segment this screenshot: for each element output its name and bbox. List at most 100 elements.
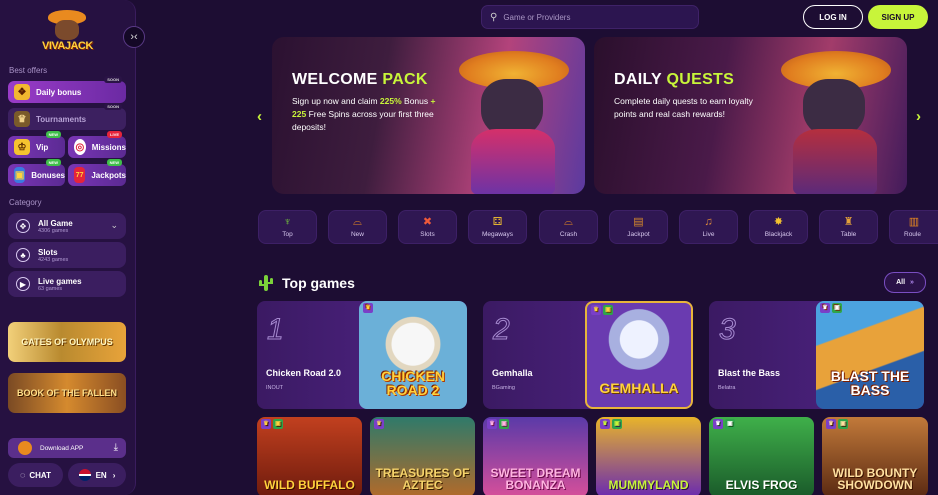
- gift-badge-icon: ▣: [499, 419, 509, 429]
- chevron-down-icon[interactable]: ⌄: [110, 220, 118, 231]
- banner-daily-quests[interactable]: DAILY QUESTS Complete daily quests to ea…: [594, 37, 907, 194]
- banner-title: DAILY QUESTS: [614, 71, 735, 88]
- game-tile-title: WILD BOUNTY SHOWDOWN: [832, 466, 918, 492]
- category-tile-label: Slots: [420, 231, 435, 238]
- offer-daily-bonus[interactable]: ❖ Daily bonus SOON: [8, 76, 126, 103]
- slots-icon: ♣: [16, 248, 30, 262]
- thumbnail-title: CHICKEN ROAD 2: [381, 368, 445, 398]
- category-live-games[interactable]: ▶ Live games 63 games: [8, 271, 126, 297]
- category-tile-label: Roule: [904, 231, 921, 238]
- login-button[interactable]: LOG IN: [803, 5, 863, 29]
- category-tile-table[interactable]: ♜ Table: [819, 210, 878, 244]
- ranked-game-card[interactable]: 2 Gemhalla BGaming ♛ ▣ GEMHALLA: [483, 301, 693, 409]
- category-tile-roulette[interactable]: ▥ Roule: [889, 210, 938, 244]
- offer-label: Tournaments: [36, 114, 87, 124]
- game-provider: INOUT: [266, 385, 284, 391]
- game-tile[interactable]: ♛ ▣ WILD BOUNTY SHOWDOWN: [822, 417, 928, 495]
- chat-button[interactable]: ◌ CHAT: [8, 463, 63, 487]
- download-app-button[interactable]: Download APP ⤓: [8, 438, 126, 458]
- banner-next-arrow[interactable]: ›: [916, 108, 921, 125]
- category-all-games[interactable]: ✥ All Game 4306 games ⌄: [8, 213, 126, 239]
- signup-button[interactable]: SIGN UP: [868, 5, 928, 29]
- category-tile-megaways[interactable]: ⚃ Megaways: [468, 210, 527, 244]
- promo-book-of-the-fallen[interactable]: BOOK OF THE FALLEN: [8, 373, 126, 413]
- top-games-title: Top games: [282, 275, 355, 291]
- game-badges: ♛: [363, 303, 373, 313]
- category-tile-top[interactable]: ♆ Top: [258, 210, 317, 244]
- offer-jackpots[interactable]: 77 Jackpots NEW: [68, 159, 126, 186]
- banner-prev-arrow[interactable]: ‹: [257, 108, 262, 125]
- crown-badge-icon: ♛: [600, 419, 610, 429]
- promo-gates-of-olympus[interactable]: GATES OF OLYMPUS: [8, 322, 126, 362]
- game-badges: ♛ ▣: [487, 419, 509, 429]
- collapse-arrows-icon: ›‹: [130, 31, 138, 43]
- category-tile-label: New: [350, 231, 364, 238]
- category-count: 4306 games: [38, 227, 69, 234]
- rank-number: 3: [719, 313, 737, 347]
- game-thumbnail[interactable]: ♛ CHICKEN ROAD 2: [359, 301, 467, 409]
- game-tile-title: MUMMYLAND: [608, 478, 689, 492]
- sidebar-collapse-button[interactable]: ›‹: [123, 26, 145, 48]
- category-tile-live[interactable]: ♫ Live: [679, 210, 738, 244]
- crown-badge-icon: ♛: [374, 419, 384, 429]
- gift-badge-icon: ▣: [725, 419, 735, 429]
- crown-badge-icon: ♛: [487, 419, 497, 429]
- game-tile[interactable]: ♛ ▣ WILD BUFFALO: [257, 417, 362, 495]
- rank-number: 2: [493, 313, 511, 347]
- crown-badge-icon: ♛: [363, 303, 373, 313]
- treasure-chest-icon: ▤: [633, 216, 644, 228]
- gift-badge-icon: ▣: [612, 419, 622, 429]
- crown-badge-icon: ♛: [713, 419, 723, 429]
- view-all-button[interactable]: All »: [884, 272, 926, 293]
- category-slots[interactable]: ♣ Slots 4243 games: [8, 242, 126, 268]
- gift-badge-icon: ▣: [838, 419, 848, 429]
- offer-bonuses[interactable]: ▣ Bonuses NEW: [8, 159, 65, 186]
- offer-vip[interactable]: ♔ Vip NEW: [8, 131, 65, 158]
- offer-missions[interactable]: ◎ Missions LIVE: [68, 131, 126, 158]
- logo-text: VIVAJACK: [42, 40, 93, 52]
- uk-flag-icon: [78, 469, 91, 481]
- category-tile-label: Top: [282, 231, 293, 238]
- game-thumbnail[interactable]: ♛ ▣ BLAST THE BASS: [816, 301, 924, 409]
- game-tile[interactable]: ♛ ▣ MUMMYLAND: [596, 417, 701, 495]
- search-icon: ⚲: [490, 11, 498, 23]
- category-tile-crash[interactable]: ⌓ Crash: [539, 210, 598, 244]
- offer-label: Missions: [91, 142, 126, 152]
- offer-tournaments[interactable]: ♛ Tournaments SOON: [8, 103, 126, 130]
- gift-box-icon: ▣: [14, 167, 26, 183]
- banner-welcome-pack[interactable]: WELCOME PACK Sign up now and claim 225% …: [272, 37, 585, 194]
- category-tile-new[interactable]: ⌓ New: [328, 210, 387, 244]
- game-tile[interactable]: ♛ ▣ ELVIS FROG: [709, 417, 814, 495]
- offer-badge: SOON: [104, 103, 122, 110]
- category-tile-blackjack[interactable]: ✸ Blackjack: [749, 210, 808, 244]
- search-input[interactable]: ⚲ Game or Providers: [481, 5, 699, 29]
- game-tile-title: WILD BUFFALO: [264, 478, 355, 492]
- category-tile-jackpot[interactable]: ▤ Jackpot: [609, 210, 668, 244]
- offer-badge: SOON: [104, 76, 122, 83]
- banner-description: Complete daily quests to earn loyalty po…: [614, 96, 753, 119]
- banner-title: WELCOME PACK: [292, 71, 428, 88]
- game-tile[interactable]: ♛ ▣ SWEET DREAM BONANZA: [483, 417, 588, 495]
- game-thumbnail[interactable]: ♛ ▣ GEMHALLA: [585, 301, 693, 409]
- sombrero-icon: ⌓: [353, 216, 362, 228]
- crash-icon: ⌓: [564, 216, 573, 228]
- slot-777-icon: 77: [74, 167, 86, 183]
- thumbnail-title: GEMHALLA: [599, 380, 679, 396]
- gift-badge-icon: ▣: [603, 305, 613, 315]
- game-badges: ♛ ▣: [591, 305, 613, 315]
- chat-label: CHAT: [29, 470, 51, 480]
- ranked-game-card[interactable]: 3 Blast the Bass Belatra ♛ ▣ BLAST THE BA…: [709, 301, 924, 409]
- ranked-game-card[interactable]: 1 Chicken Road 2.0 INOUT ♛ CHICKEN ROAD …: [257, 301, 467, 409]
- category-title: All Game: [38, 218, 73, 228]
- vivajack-logo[interactable]: VIVAJACK: [42, 8, 93, 54]
- game-badges: ♛ ▣: [713, 419, 735, 429]
- app-logo-icon: [18, 441, 32, 455]
- game-badges: ♛ ▣: [261, 419, 283, 429]
- game-tile[interactable]: ♛ TREASURES OF AZTEC: [370, 417, 475, 495]
- dice-icon: ⚃: [492, 216, 503, 228]
- language-selector[interactable]: EN ›: [68, 463, 126, 487]
- offer-label: Vip: [36, 142, 49, 152]
- search-placeholder: Game or Providers: [503, 12, 571, 22]
- crown-badge-icon: ♛: [820, 303, 830, 313]
- category-tile-slots[interactable]: ✖ Slots: [398, 210, 457, 244]
